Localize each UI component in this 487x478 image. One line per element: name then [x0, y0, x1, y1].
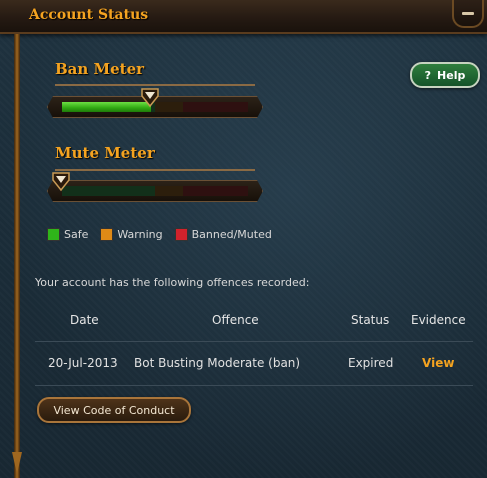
rail-tip: [12, 452, 22, 474]
table-divider-bottom: [35, 385, 473, 386]
row-date: 20-Jul-2013: [48, 356, 118, 370]
legend-label-safe: Safe: [64, 228, 89, 241]
column-evidence: Evidence: [411, 313, 466, 327]
help-button[interactable]: ? Help: [410, 62, 480, 88]
ban-meter-pointer-icon: [141, 88, 159, 108]
column-offence: Offence: [212, 313, 259, 327]
legend-item-banned: Banned/Muted: [174, 228, 272, 241]
decorative-rail: [14, 34, 20, 478]
help-label: Help: [437, 68, 466, 82]
row-offence: Bot Busting Moderate (ban): [134, 356, 301, 370]
mute-meter-track: [62, 186, 248, 196]
ban-meter-fill: [62, 102, 151, 112]
legend-swatch-safe: [47, 228, 60, 241]
help-icon: ?: [424, 68, 432, 82]
evidence-view-link[interactable]: View: [422, 356, 454, 370]
ban-meter-title: Ban Meter: [55, 60, 145, 78]
mute-meter-pointer-icon: [52, 172, 70, 192]
legend-label-warning: Warning: [117, 228, 163, 241]
minimize-button[interactable]: [452, 0, 484, 28]
minimize-icon: [462, 11, 474, 15]
title-bar: Account Status: [0, 0, 487, 34]
row-status: Expired: [348, 356, 394, 370]
ban-meter-underline: [55, 84, 255, 86]
mute-meter: [47, 180, 263, 202]
offences-intro: Your account has the following offences …: [35, 276, 310, 289]
legend-item-warning: Warning: [100, 228, 163, 241]
mute-meter-title: Mute Meter: [55, 144, 155, 162]
column-status: Status: [351, 313, 390, 327]
meter-legend: Safe Warning Banned/Muted: [47, 228, 272, 241]
account-status-panel: Account Status Ban Meter ? Help Mute Met…: [0, 0, 487, 478]
legend-swatch-banned: [174, 228, 188, 241]
legend-swatch-warning: [100, 228, 114, 241]
mute-meter-underline: [55, 169, 255, 171]
legend-item-safe: Safe: [47, 228, 88, 241]
column-date: Date: [70, 313, 99, 327]
legend-label-banned: Banned/Muted: [191, 228, 272, 241]
view-code-of-conduct-button[interactable]: View Code of Conduct: [37, 397, 191, 423]
table-divider: [35, 341, 473, 342]
window-title: Account Status: [29, 7, 149, 23]
